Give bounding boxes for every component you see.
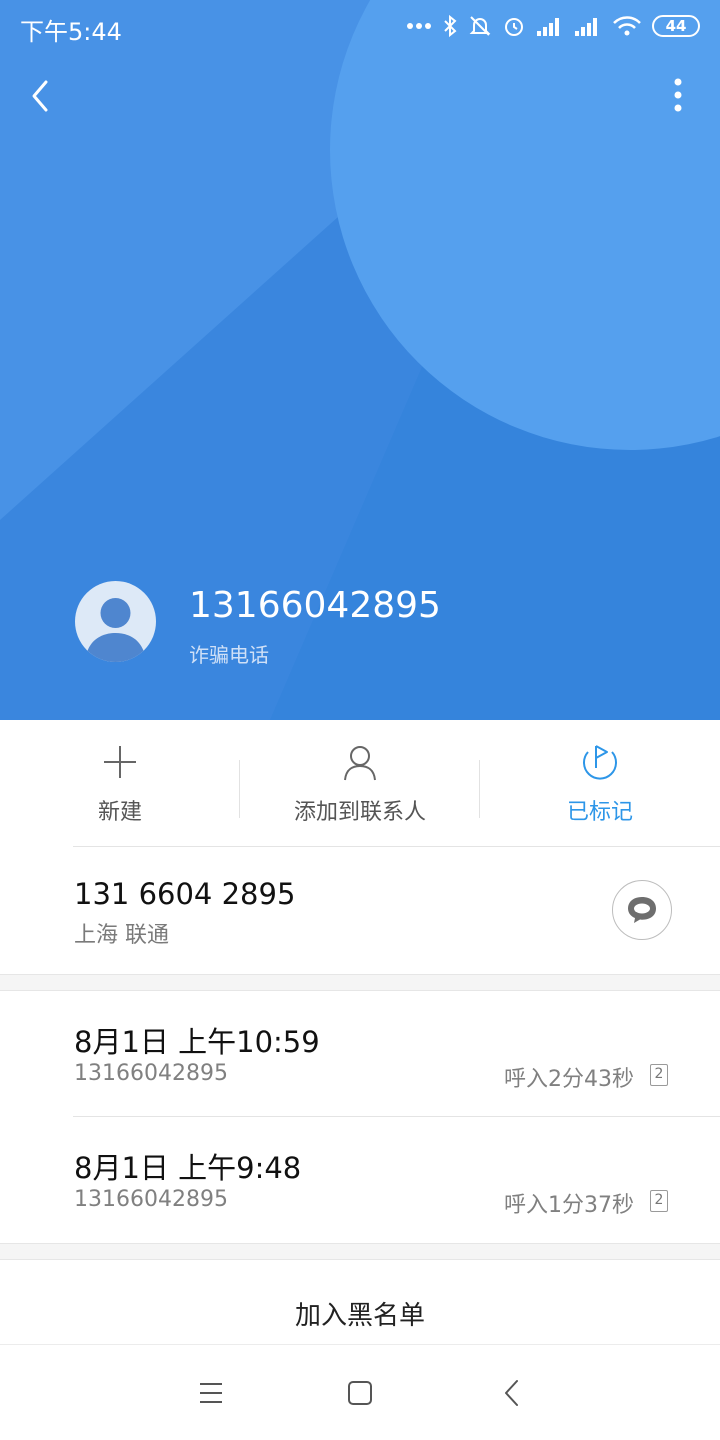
marked-button[interactable]: 已标记 xyxy=(480,720,720,846)
signal-icon-2 xyxy=(575,18,597,36)
back-button[interactable] xyxy=(20,74,64,118)
sim-badge: 2 xyxy=(650,1190,668,1212)
call-log-item[interactable]: 8月1日 上午9:48 13166042895 呼入1分37秒 2 xyxy=(0,1117,720,1243)
new-contact-label: 新建 xyxy=(97,800,142,825)
mute-bell-icon xyxy=(469,16,491,36)
more-dots-icon xyxy=(407,23,431,29)
contact-tag: 诈骗电话 xyxy=(189,643,269,667)
status-icons: 44 xyxy=(406,12,700,40)
add-to-contacts-button[interactable]: 添加到联系人 xyxy=(240,720,480,846)
status-bar: 下午5:44 44 xyxy=(0,0,720,52)
call-time: 8月1日 上午9:48 xyxy=(74,1151,302,1185)
section-gap xyxy=(0,1243,720,1260)
section-gap xyxy=(0,974,720,991)
new-contact-button[interactable]: 新建 xyxy=(0,720,240,846)
contact-header: 下午5:44 44 13166042895 诈骗电话 xyxy=(0,0,720,720)
bluetooth-icon xyxy=(444,14,457,38)
add-to-contacts-label: 添加到联系人 xyxy=(293,800,426,825)
menu-nav-button[interactable] xyxy=(189,1371,233,1415)
alarm-icon xyxy=(505,18,523,36)
marked-label: 已标记 xyxy=(566,800,633,825)
more-options-button[interactable] xyxy=(652,74,696,118)
vertical-dots-icon xyxy=(674,78,682,112)
call-number: 13166042895 xyxy=(74,1187,228,1212)
back-nav-button[interactable] xyxy=(490,1371,534,1415)
home-nav-button[interactable] xyxy=(338,1371,382,1415)
chevron-left-icon xyxy=(505,1380,518,1406)
contact-number: 13166042895 xyxy=(189,585,441,626)
navigation-bar xyxy=(0,1344,720,1440)
person-silhouette-icon xyxy=(85,598,146,662)
wifi-icon xyxy=(613,16,641,36)
plus-icon xyxy=(104,746,136,778)
add-to-blacklist-button[interactable]: 加入黑名单 xyxy=(0,1260,720,1344)
number-location: 上海 联通 xyxy=(74,923,169,948)
message-button[interactable] xyxy=(612,880,672,940)
status-time: 下午5:44 xyxy=(20,18,122,46)
action-bar: 新建 添加到联系人 已标记 xyxy=(0,720,720,846)
call-number: 13166042895 xyxy=(74,1061,228,1086)
home-square-icon xyxy=(348,1381,372,1405)
flag-icon xyxy=(583,745,617,780)
call-duration: 呼入1分37秒 xyxy=(504,1193,634,1218)
call-duration: 呼入2分43秒 xyxy=(504,1067,634,1092)
call-time: 8月1日 上午10:59 xyxy=(74,1025,320,1059)
person-icon xyxy=(344,746,376,781)
sim-badge: 2 xyxy=(650,1064,668,1086)
battery-indicator: 44 xyxy=(652,15,700,37)
formatted-number: 131 6604 2895 xyxy=(74,877,296,911)
message-bubble-icon xyxy=(628,897,656,923)
menu-icon xyxy=(200,1383,222,1403)
signal-icon xyxy=(537,18,559,36)
avatar xyxy=(75,581,156,662)
call-log-item[interactable]: 8月1日 上午10:59 13166042895 呼入2分43秒 2 xyxy=(0,991,720,1117)
number-row[interactable]: 131 6604 2895 上海 联通 xyxy=(0,847,720,973)
chevron-left-icon xyxy=(32,80,48,112)
